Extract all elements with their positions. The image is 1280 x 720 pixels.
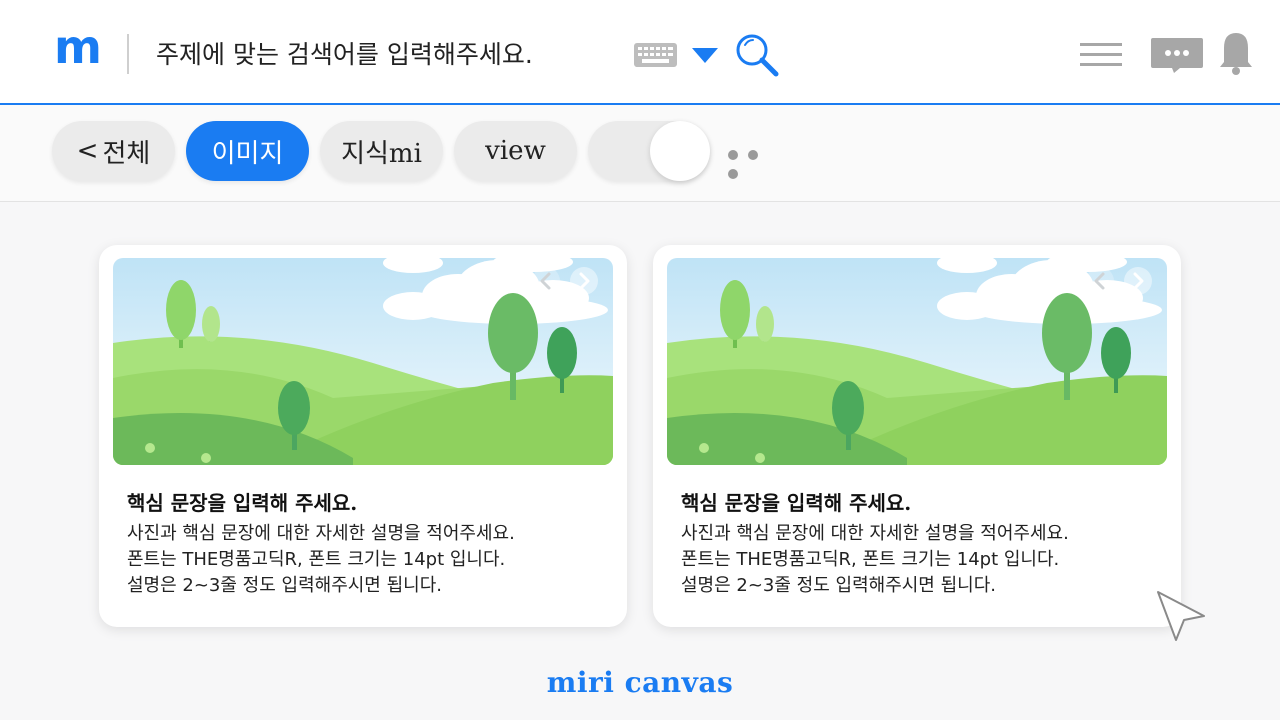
- card-desc-line: 사진과 핵심 문장에 대한 자세한 설명을 적어주세요.: [127, 523, 515, 544]
- tab-label: 지식mi: [341, 138, 422, 169]
- landscape-image: [113, 258, 613, 465]
- card-title: 핵심 문장을 입력해 주세요.: [681, 491, 912, 515]
- card-description: 사진과 핵심 문장에 대한 자세한 설명을 적어주세요. 폰트는 THE명품고딕…: [681, 521, 1161, 599]
- tab-label: 이미지: [211, 138, 284, 169]
- result-card[interactable]: 핵심 문장을 입력해 주세요. 사진과 핵심 문장에 대한 자세한 설명을 적어…: [99, 245, 627, 627]
- card-title: 핵심 문장을 입력해 주세요.: [127, 491, 358, 515]
- tab-image[interactable]: 이미지: [186, 121, 309, 181]
- tab-knowledge[interactable]: 지식mi: [320, 121, 443, 181]
- landscape-image: [667, 258, 1167, 465]
- top-header: m: [0, 0, 1280, 105]
- logo-divider: [127, 34, 129, 74]
- keyboard-icon[interactable]: [633, 42, 678, 68]
- search-icon[interactable]: [734, 32, 780, 78]
- card-desc-line: 설명은 2~3줄 정도 입력해주시면 됩니다.: [127, 575, 442, 596]
- card-desc-line: 폰트는 THE명품고딕R, 폰트 크기는 14pt 입니다.: [681, 549, 1060, 570]
- toggle-switch[interactable]: [588, 121, 710, 181]
- tab-all[interactable]: < 전체: [52, 121, 175, 181]
- card-desc-line: 설명은 2~3줄 정도 입력해주시면 됩니다.: [681, 575, 996, 596]
- card-desc-line: 사진과 핵심 문장에 대한 자세한 설명을 적어주세요.: [681, 523, 1069, 544]
- toggle-knob: [650, 121, 710, 181]
- hamburger-menu-icon[interactable]: [1080, 40, 1124, 70]
- card-description: 사진과 핵심 문장에 대한 자세한 설명을 적어주세요. 폰트는 THE명품고딕…: [127, 521, 607, 599]
- footer-brand-logo: miri canvas: [546, 666, 734, 699]
- search-input[interactable]: [156, 32, 616, 76]
- chat-icon[interactable]: [1150, 36, 1204, 74]
- category-tab-bar: < 전체 이미지 지식mi view: [0, 105, 1280, 202]
- chevron-left-icon: <: [76, 136, 99, 166]
- dropdown-triangle-icon[interactable]: [690, 44, 720, 66]
- tab-view[interactable]: view: [454, 121, 577, 181]
- more-options-icon[interactable]: [728, 145, 786, 179]
- tab-label: view: [485, 136, 546, 166]
- tab-label: 전체: [102, 138, 151, 169]
- card-desc-line: 폰트는 THE명품고딕R, 폰트 크기는 14pt 입니다.: [127, 549, 506, 570]
- mouse-cursor-icon: [1157, 591, 1205, 641]
- bell-icon[interactable]: [1218, 30, 1254, 76]
- app-logo[interactable]: m: [54, 22, 102, 72]
- result-card[interactable]: 핵심 문장을 입력해 주세요. 사진과 핵심 문장에 대한 자세한 설명을 적어…: [653, 245, 1181, 627]
